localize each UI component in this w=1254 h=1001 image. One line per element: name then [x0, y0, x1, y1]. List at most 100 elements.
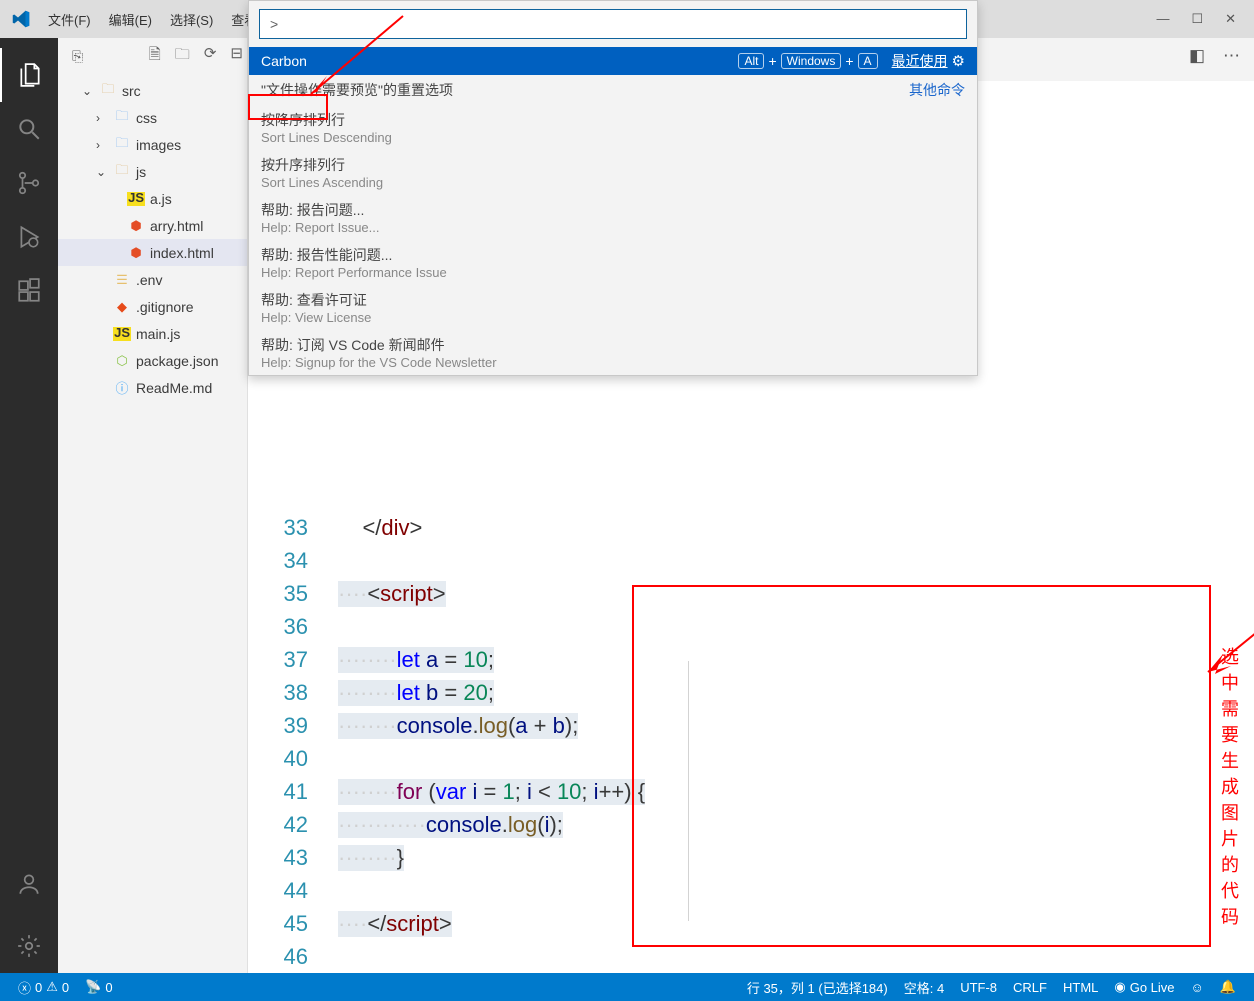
tree-file-.env[interactable]: ☰.env [58, 266, 247, 293]
status-errors[interactable]: ⓧ0⚠0 [10, 978, 77, 997]
activity-explorer[interactable] [0, 48, 58, 102]
code-text: ········for (var i = 1; i < 10; i++) { [338, 779, 645, 805]
refresh-icon[interactable]: ⟳ [204, 44, 217, 69]
status-port[interactable]: 📡0 [77, 979, 120, 995]
tree-label: css [136, 110, 157, 126]
command-sublabel: Help: Report Performance Issue [261, 265, 447, 280]
command-label: 按降序排列行 [261, 110, 345, 130]
activity-bar [0, 38, 58, 973]
tree-file-index.html[interactable]: ⬢index.html [58, 239, 247, 266]
command-sublabel: Sort Lines Ascending [261, 175, 383, 190]
command-sublabel: Help: Report Issue... [261, 220, 380, 235]
tree-label: a.js [150, 191, 172, 207]
folder-icon: 🗀 [99, 80, 117, 102]
split-editor-icon[interactable]: ◧ [1189, 46, 1205, 66]
chevron-icon: ⌄ [96, 165, 108, 179]
command-item[interactable]: "文件操作需要预览"的重置选项其他命令 [249, 75, 977, 105]
broadcast-icon: 📡 [85, 979, 101, 995]
minimize-icon[interactable]: — [1156, 11, 1169, 27]
command-item[interactable]: 按降序排列行Sort Lines Descending [249, 105, 977, 150]
line-number: 41 [248, 779, 338, 805]
tree-folder-css[interactable]: ›🗀css [58, 104, 247, 131]
code-line: 45····</script> [248, 907, 1254, 940]
new-file-icon[interactable]: 🗎 [149, 44, 161, 69]
collapse-icon[interactable]: ⊟ [230, 44, 243, 69]
tree-folder-images[interactable]: ›🗀images [58, 131, 247, 158]
vscode-logo-icon [12, 10, 30, 28]
more-icon[interactable]: ⋯ [1223, 46, 1240, 66]
activity-account[interactable] [0, 857, 58, 911]
command-sublabel: Help: View License [261, 310, 371, 325]
status-lang[interactable]: HTML [1055, 978, 1106, 997]
tree-folder-js[interactable]: ⌄🗀js [58, 158, 247, 185]
status-encoding[interactable]: UTF-8 [952, 978, 1005, 997]
line-number: 36 [248, 614, 338, 640]
file-tree: ⌄ 🗀 src ›🗀css›🗀images⌄🗀jsJSa.js⬢arry.htm… [58, 75, 247, 401]
code-text: ········console.log(a + b); [338, 713, 578, 739]
command-item[interactable]: 帮助: 报告性能问题...Help: Report Performance Is… [249, 240, 977, 285]
source-control-icon [16, 170, 42, 196]
status-golive[interactable]: ◉Go Live [1106, 978, 1182, 997]
run-debug-icon [16, 224, 42, 250]
command-item-carbon[interactable]: Carbon Alt + Windows + A 最近使用 ⚙ [249, 47, 977, 75]
gear-icon[interactable]: ⚙ [952, 52, 965, 70]
tree-file-ReadMe.md[interactable]: ⓘReadMe.md [58, 374, 247, 401]
command-item[interactable]: 帮助: 订阅 VS Code 新闻邮件Help: Signup for the … [249, 330, 977, 375]
command-label: 帮助: 查看许可证 [261, 290, 367, 310]
status-position[interactable]: 行 35，列 1 (已选择184) [739, 978, 896, 997]
search-icon [16, 116, 42, 142]
line-number: 44 [248, 878, 338, 904]
tree-label: js [136, 164, 146, 180]
tree-label: arry.html [150, 218, 203, 234]
line-number: 37 [248, 647, 338, 673]
recent-label: 最近使用 [892, 51, 948, 71]
folder-icon: 🗀 [113, 134, 131, 156]
new-folder-icon[interactable]: 🗀 [175, 44, 190, 69]
code-line: 35····<script> [248, 577, 1254, 610]
env-file-icon: ☰ [113, 272, 131, 288]
activity-search[interactable] [0, 102, 58, 156]
activity-scm[interactable] [0, 156, 58, 210]
code-line: 38········let b = 20; [248, 676, 1254, 709]
account-icon [16, 871, 42, 897]
command-item[interactable]: 帮助: 报告问题...Help: Report Issue... [249, 195, 977, 240]
shortcut-key: A [858, 53, 878, 69]
warning-icon: ⚠ [46, 979, 58, 995]
command-label: 帮助: 报告问题... [261, 200, 364, 220]
js-file-icon: JS [127, 192, 145, 206]
line-number: 35 [248, 581, 338, 607]
command-label: 按升序排列行 [261, 155, 345, 175]
activity-extensions[interactable] [0, 264, 58, 318]
activity-settings[interactable] [0, 919, 58, 973]
activity-debug[interactable] [0, 210, 58, 264]
code-line: 43········} [248, 841, 1254, 874]
line-number: 43 [248, 845, 338, 871]
line-number: 45 [248, 911, 338, 937]
feedback-icon: ☺ [1191, 980, 1204, 995]
command-item[interactable]: 按升序排列行Sort Lines Ascending [249, 150, 977, 195]
status-feedback[interactable]: ☺ [1183, 978, 1212, 997]
status-spaces[interactable]: 空格: 4 [896, 978, 952, 997]
status-bell[interactable]: 🔔 [1212, 978, 1244, 997]
tree-file-.gitignore[interactable]: ◆.gitignore [58, 293, 247, 320]
explorer-header: ⎘ 🗎 🗀 ⟳ ⊟ [58, 38, 247, 75]
command-palette-input[interactable]: > [259, 9, 967, 39]
menu-edit[interactable]: 编辑(E) [101, 6, 160, 33]
close-icon[interactable]: ✕ [1225, 11, 1236, 27]
tree-folder-src[interactable]: ⌄ 🗀 src [58, 77, 247, 104]
status-eol[interactable]: CRLF [1005, 978, 1055, 997]
tree-file-package.json[interactable]: ⬡package.json [58, 347, 247, 374]
tree-file-arry.html[interactable]: ⬢ arry.html [58, 212, 247, 239]
extensions-icon [16, 278, 42, 304]
tree-file-main.js[interactable]: JSmain.js [58, 320, 247, 347]
menu-file[interactable]: 文件(F) [40, 6, 99, 33]
command-item[interactable]: 帮助: 查看许可证Help: View License [249, 285, 977, 330]
tree-label: .gitignore [136, 299, 194, 315]
line-number: 46 [248, 944, 338, 970]
line-number: 39 [248, 713, 338, 739]
menu-select[interactable]: 选择(S) [162, 6, 221, 33]
html-file-icon: ⬢ [127, 218, 145, 234]
shortcut-key: Alt [738, 53, 764, 69]
tree-file-a.js[interactable]: JS a.js [58, 185, 247, 212]
maximize-icon[interactable]: ☐ [1191, 11, 1203, 27]
